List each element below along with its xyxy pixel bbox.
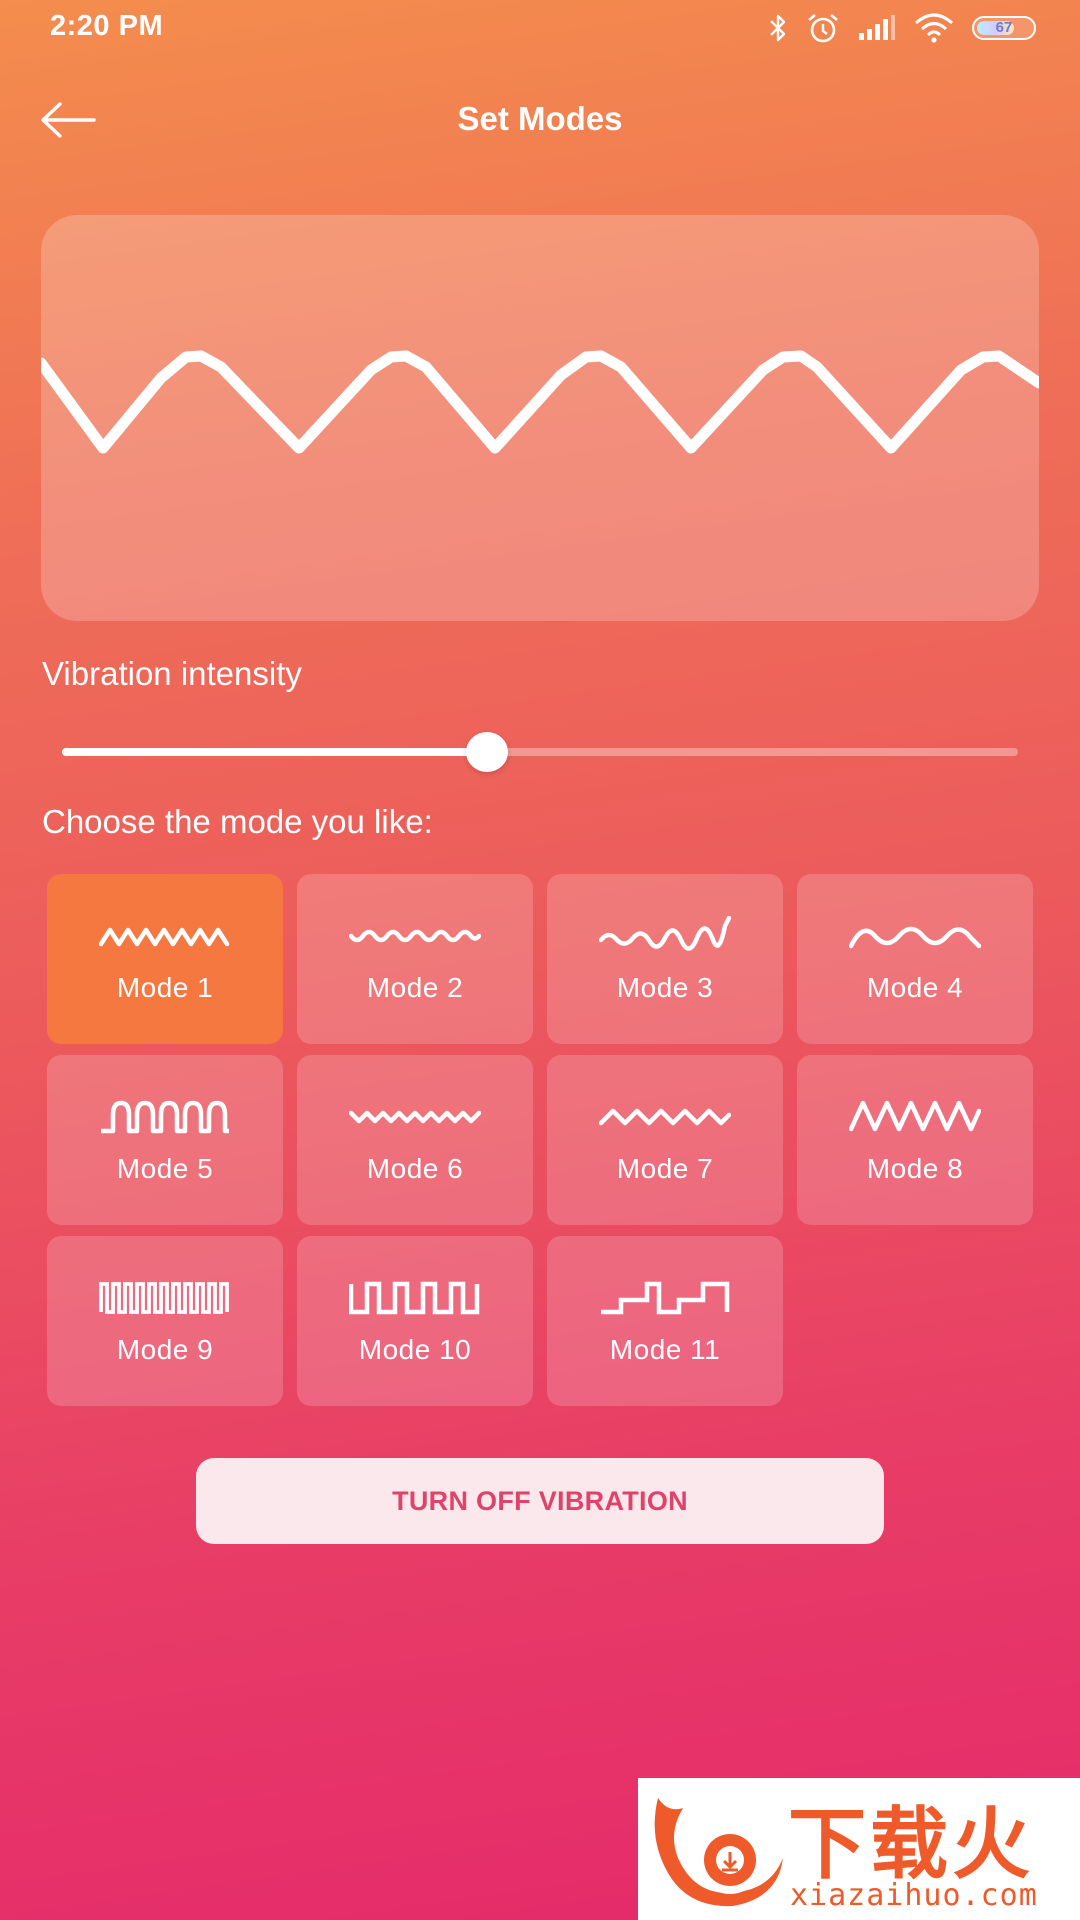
- battery-icon: 67: [972, 16, 1036, 40]
- mode-tile-5[interactable]: Mode 5: [47, 1055, 283, 1225]
- mode-label: Mode 7: [616, 1153, 714, 1184]
- watermark: 下载火 xiazaihuo.com: [638, 1778, 1080, 1920]
- wave-preview-graphic: [41, 350, 1039, 454]
- mode-label: Mode 6: [366, 1153, 464, 1184]
- wave-preview-panel: [41, 215, 1039, 621]
- mode-tile-9[interactable]: Mode 9: [47, 1236, 283, 1406]
- alarm-icon: [806, 12, 840, 44]
- watermark-logo-icon: [654, 1798, 783, 1907]
- signal-icon: [858, 15, 896, 41]
- mode-tile-8[interactable]: Mode 8: [797, 1055, 1033, 1225]
- small-wave-icon: [349, 914, 481, 958]
- mode-tile-6[interactable]: Mode 6: [297, 1055, 533, 1225]
- mode-tile-4[interactable]: Mode 4: [797, 874, 1033, 1044]
- slider-fill: [62, 748, 488, 756]
- dense-wave-icon: [99, 914, 231, 958]
- status-icons: 67: [768, 12, 1036, 44]
- smooth-wave-icon: [849, 914, 981, 958]
- header: Set Modes: [0, 80, 1080, 160]
- mode-label: Mode 8: [866, 1153, 964, 1184]
- mode-tile-11[interactable]: Mode 11: [547, 1236, 783, 1406]
- mode-tile-1[interactable]: Mode 1: [47, 874, 283, 1044]
- growing-wave-icon: [599, 914, 731, 958]
- large-zigzag-icon: [849, 1095, 981, 1139]
- mode-tile-2[interactable]: Mode 2: [297, 874, 533, 1044]
- status-time: 2:20 PM: [50, 10, 164, 42]
- mode-label: Mode 9: [116, 1334, 214, 1365]
- mode-tile-7[interactable]: Mode 7: [547, 1055, 783, 1225]
- step-wave-icon: [599, 1276, 731, 1320]
- intensity-slider[interactable]: [62, 728, 1018, 776]
- status-bar: 2:20 PM 67: [0, 0, 1080, 56]
- mode-tile-3[interactable]: Mode 3: [547, 874, 783, 1044]
- dense-square-wave-icon: [99, 1276, 231, 1320]
- wifi-icon: [914, 13, 954, 43]
- mode-label: Mode 11: [609, 1334, 721, 1365]
- mode-label: Mode 4: [866, 972, 964, 1003]
- turn-off-vibration-button[interactable]: TURN OFF VIBRATION: [196, 1458, 884, 1544]
- mode-label: Mode 5: [116, 1153, 214, 1184]
- mode-tile-10[interactable]: Mode 10: [297, 1236, 533, 1406]
- mode-prompt: Choose the mode you like:: [42, 803, 433, 840]
- mode-label: Mode 10: [358, 1334, 472, 1365]
- slider-thumb[interactable]: [466, 732, 509, 772]
- zigzag-icon: [599, 1095, 731, 1139]
- mode-label: Mode 3: [616, 972, 714, 1003]
- mode-label: Mode 1: [116, 972, 214, 1003]
- bluetooth-icon: [768, 13, 788, 43]
- small-zigzag-icon: [349, 1095, 481, 1139]
- page-title: Set Modes: [457, 100, 623, 137]
- battery-level-text: 67: [995, 19, 1013, 36]
- watermark-url: xiazaihuo.com: [790, 1878, 1038, 1913]
- square-wave-icon: [349, 1276, 481, 1320]
- intensity-label: Vibration intensity: [42, 655, 302, 692]
- mode-grid: Mode 1 Mode 2 Mode 3 Mode 4 Mode 5 Mode 6 Mode…: [47, 874, 1034, 1406]
- mode-label: Mode 2: [366, 972, 464, 1003]
- pulse-arch-icon: [99, 1095, 231, 1139]
